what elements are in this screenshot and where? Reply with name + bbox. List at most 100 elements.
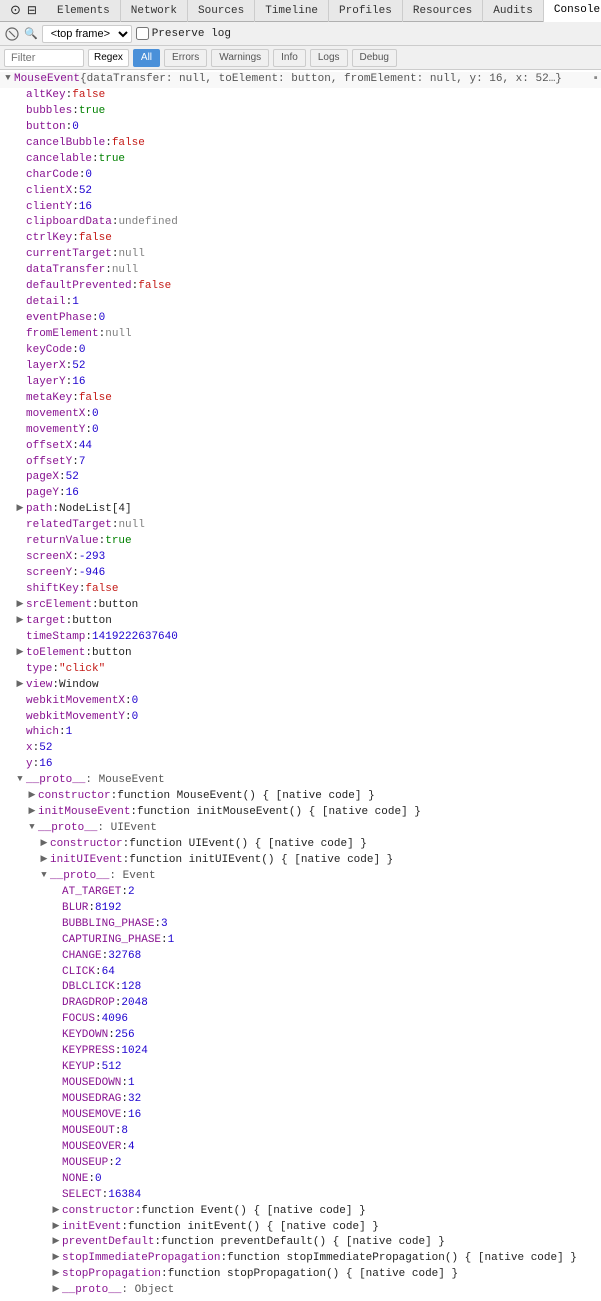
filter-input[interactable]: [4, 49, 84, 67]
stopprop-val: function stopPropagation() { [native cod…: [168, 1267, 458, 1283]
proto-object-row[interactable]: __proto__ : Object: [0, 1283, 601, 1299]
property-row-offsetY: offsetY: 7: [0, 455, 601, 471]
tab-resources[interactable]: Resources: [403, 0, 483, 22]
clear-console-button[interactable]: [4, 26, 20, 42]
logs-button[interactable]: Logs: [310, 49, 348, 67]
inituievent-row[interactable]: initUIEvent : function initUIEvent() { […: [0, 853, 601, 869]
key-timeStamp: timeStamp: [26, 630, 85, 646]
filter-bar: Regex All Errors Warnings Info Logs Debu…: [0, 46, 601, 70]
key-offsetY: offsetY: [26, 455, 72, 471]
val-cancelable: true: [99, 152, 125, 168]
initmouseevent-row[interactable]: initMouseEvent : function initMouseEvent…: [0, 805, 601, 821]
const-row-DRAGDROP: DRAGDROP: 2048: [0, 996, 601, 1012]
key-cancelBubble: cancelBubble: [26, 136, 105, 152]
val-eventPhase: 0: [99, 311, 106, 327]
val-timeStamp: 1419222637640: [92, 630, 178, 646]
val-fromElement: null: [105, 327, 131, 343]
expand-path[interactable]: [14, 502, 26, 515]
val-y: 16: [39, 757, 52, 773]
key-clientX: clientX: [26, 184, 72, 200]
inituievent-expand[interactable]: [38, 853, 50, 866]
val-screenX: -293: [79, 550, 105, 566]
key-CHANGE: CHANGE: [62, 949, 102, 965]
initevent-row[interactable]: initEvent : function initEvent() { [nati…: [0, 1220, 601, 1236]
val-x: 52: [39, 741, 52, 757]
const-row-CAPTURING_PHASE: CAPTURING_PHASE: 1: [0, 933, 601, 949]
proto-uievent-expand[interactable]: [26, 821, 38, 834]
filter-toggle-icon[interactable]: ⊟: [27, 3, 37, 18]
stopprop-row[interactable]: stopPropagation : function stopPropagati…: [0, 1267, 601, 1283]
proto-object-expand[interactable]: [50, 1283, 62, 1296]
expand-srcElement[interactable]: [14, 598, 26, 611]
key-eventPhase: eventPhase: [26, 311, 92, 327]
tab-network[interactable]: Network: [121, 0, 188, 22]
expand-view[interactable]: [14, 678, 26, 691]
key-MOUSEDOWN: MOUSEDOWN: [62, 1076, 121, 1092]
proto-mouseevent-row[interactable]: __proto__ : MouseEvent: [0, 773, 601, 789]
property-row-offsetX: offsetX: 44: [0, 439, 601, 455]
proto-mouseevent-expand[interactable]: [14, 773, 26, 786]
tab-timeline[interactable]: Timeline: [255, 0, 329, 22]
initevent-val: function initEvent() { [native code] }: [128, 1220, 379, 1236]
preventdefault-row[interactable]: preventDefault : function preventDefault…: [0, 1235, 601, 1251]
tab-elements[interactable]: Elements: [47, 0, 121, 22]
regex-button[interactable]: Regex: [88, 49, 129, 67]
expand-target[interactable]: [14, 614, 26, 627]
warnings-button[interactable]: Warnings: [211, 49, 269, 67]
val-MOUSEOVER: 4: [128, 1140, 135, 1156]
property-row-layerX: layerX: 52: [0, 359, 601, 375]
key-AT_TARGET: AT_TARGET: [62, 885, 121, 901]
property-row-type: type: "click": [0, 662, 601, 678]
tab-audits[interactable]: Audits: [483, 0, 544, 22]
preserve-log-checkbox-label[interactable]: Preserve log: [136, 27, 231, 40]
info-button[interactable]: Info: [273, 49, 306, 67]
const-row-KEYPRESS: KEYPRESS: 1024: [0, 1044, 601, 1060]
frame-selector[interactable]: <top frame>: [42, 25, 132, 43]
object-header-row[interactable]: MouseEvent {dataTransfer: null, toElemen…: [0, 72, 601, 88]
const-row-BUBBLING_PHASE: BUBBLING_PHASE: 3: [0, 917, 601, 933]
proto-event-row[interactable]: __proto__ : Event: [0, 869, 601, 885]
stopprop-expand[interactable]: [50, 1267, 62, 1280]
constructor-event-expand[interactable]: [50, 1204, 62, 1217]
constructor-event-row[interactable]: constructor : function Event() { [native…: [0, 1204, 601, 1220]
key-fromElement: fromElement: [26, 327, 99, 343]
val-clientY: 16: [79, 200, 92, 216]
constructor-uievent-expand[interactable]: [38, 837, 50, 850]
val-SELECT: 16384: [108, 1188, 141, 1204]
key-srcElement: srcElement: [26, 598, 92, 614]
preserve-log-checkbox[interactable]: [136, 27, 149, 40]
key-KEYUP: KEYUP: [62, 1060, 95, 1076]
initevent-expand[interactable]: [50, 1220, 62, 1233]
errors-button[interactable]: Errors: [164, 49, 207, 67]
proto-event-expand[interactable]: [38, 869, 50, 882]
expand-toElement[interactable]: [14, 646, 26, 659]
tab-console[interactable]: Console: [544, 0, 601, 22]
val-NONE: 0: [95, 1172, 102, 1188]
initmouseevent-expand[interactable]: [26, 805, 38, 818]
key-view: view: [26, 678, 52, 694]
constructor-mouseevent-expand[interactable]: [26, 789, 38, 802]
key-webkitMovementY: webkitMovementY: [26, 710, 125, 726]
debug-button[interactable]: Debug: [352, 49, 397, 67]
constructor-mouseevent-row[interactable]: constructor : function MouseEvent() { [n…: [0, 789, 601, 805]
key-clipboardData: clipboardData: [26, 215, 112, 231]
preventdefault-expand[interactable]: [50, 1235, 62, 1248]
key-KEYPRESS: KEYPRESS: [62, 1044, 115, 1060]
inspect-icon[interactable]: ⊙: [10, 3, 21, 18]
tab-sources[interactable]: Sources: [188, 0, 255, 22]
const-row-KEYDOWN: KEYDOWN: 256: [0, 1028, 601, 1044]
stopimmediateprop-row[interactable]: stopImmediatePropagation : function stop…: [0, 1251, 601, 1267]
val-path: NodeList[4]: [59, 502, 132, 518]
constructor-uievent-row[interactable]: constructor : function UIEvent() { [nati…: [0, 837, 601, 853]
key-pageX: pageX: [26, 470, 59, 486]
val-charCode: 0: [85, 168, 92, 184]
tab-bar: ⊙ ⊟ Elements Network Sources Timeline Pr…: [0, 0, 601, 22]
tab-profiles[interactable]: Profiles: [329, 0, 403, 22]
all-level-button[interactable]: All: [133, 49, 160, 67]
stopimmediateprop-expand[interactable]: [50, 1251, 62, 1264]
key-screenY: screenY: [26, 566, 72, 582]
proto-uievent-row[interactable]: __proto__ : UIEvent: [0, 821, 601, 837]
object-expand-icon[interactable]: [2, 72, 14, 85]
console-output: MouseEvent {dataTransfer: null, toElemen…: [0, 70, 601, 1301]
key-keyCode: keyCode: [26, 343, 72, 359]
